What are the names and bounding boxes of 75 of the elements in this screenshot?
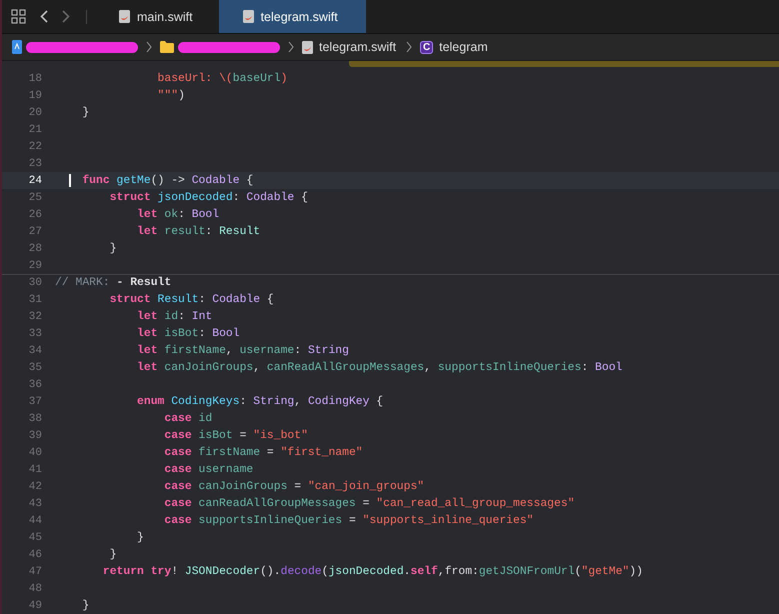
line-number: 18 xyxy=(28,72,42,84)
code-line: func getMe() -> Codable { xyxy=(82,174,254,186)
line-number: 49 xyxy=(28,600,42,612)
code-line: let result: Result xyxy=(137,226,260,238)
line-number: 36 xyxy=(28,378,42,390)
line-number: 24 xyxy=(28,174,42,186)
line-number: 19 xyxy=(28,90,42,102)
code-line: case isBot = "is_bot" xyxy=(164,430,308,442)
code-line: baseUrl: \(baseUrl) xyxy=(158,72,288,84)
line-number: 32 xyxy=(28,310,42,322)
line-number: 28 xyxy=(28,242,42,254)
line-number: 33 xyxy=(28,328,42,340)
folder-icon[interactable] xyxy=(160,41,174,53)
text-cursor xyxy=(69,174,70,187)
line-number: 39 xyxy=(28,430,42,442)
project-icon[interactable] xyxy=(12,40,22,54)
line-number: 43 xyxy=(28,498,42,510)
line-number: 48 xyxy=(28,582,42,594)
line-number: 40 xyxy=(28,446,42,458)
code-line: struct Result: Codable { xyxy=(110,294,274,306)
line-number: 27 xyxy=(28,226,42,238)
line-number: 31 xyxy=(28,294,42,306)
line-number: 42 xyxy=(28,480,42,492)
line-number: 46 xyxy=(28,548,42,560)
code-line: enum CodingKeys: String, CodingKey { xyxy=(137,396,384,408)
line-number: 34 xyxy=(28,344,42,356)
line-number: 47 xyxy=(28,566,42,578)
code-line: let firstName, username: String xyxy=(137,344,349,356)
code-line: case canReadAllGroupMessages = "can_read_all_group_messages" xyxy=(164,498,575,510)
line-number: 37 xyxy=(28,396,42,408)
code-line: } xyxy=(110,242,117,254)
line-number: 45 xyxy=(28,532,42,544)
code-line: case canJoinGroups = "can_join_groups" xyxy=(164,480,424,492)
line-number: 23 xyxy=(28,158,42,170)
code-line: let canJoinGroups, canReadAllGroupMessages, supportsInlineQueries: Bool xyxy=(137,362,622,374)
file-tab[interactable]: telegram.swift xyxy=(218,0,366,33)
swift-file-icon xyxy=(119,10,130,23)
code-line: } xyxy=(82,106,90,118)
code-line: case supportsInlineQueries = "supports_inline_queries" xyxy=(164,514,534,526)
code-line: struct jsonDecoded: Codable { xyxy=(110,192,308,204)
back-chevron-icon[interactable] xyxy=(40,10,48,23)
line-number: 38 xyxy=(28,412,42,424)
code-line: return try! JSONDecoder().decode(jsonDecoded.self,from:getJSONFromUrl("getMe")) xyxy=(102,566,643,578)
code-line: let id: Int xyxy=(137,310,212,322)
class-symbol-badge: C xyxy=(420,40,434,54)
line-number: 20 xyxy=(28,106,42,118)
breadcrumb-file[interactable]: telegram.swift xyxy=(319,40,396,54)
code-line: } xyxy=(82,600,90,612)
line-number: 22 xyxy=(28,140,42,152)
code-line: } xyxy=(137,532,144,544)
code-line: case firstName = "first_name" xyxy=(164,446,363,458)
line-number: 30 xyxy=(28,277,42,289)
code-line: let isBot: Bool xyxy=(137,328,240,340)
chevron-icon xyxy=(146,41,152,53)
file-tab[interactable]: main.swift xyxy=(99,0,219,33)
breadcrumb-symbol[interactable]: telegram xyxy=(439,40,488,54)
code-line: } xyxy=(110,548,117,560)
line-number: 26 xyxy=(28,208,42,220)
code-line: case id xyxy=(164,412,212,424)
code-line: case username xyxy=(164,464,254,476)
line-number: 25 xyxy=(28,192,42,204)
line-number: 44 xyxy=(28,514,42,526)
line-number: 35 xyxy=(28,362,42,374)
line-number: 29 xyxy=(28,260,42,272)
code-line: """) xyxy=(158,90,185,102)
code-line: let ok: Bool xyxy=(137,208,220,220)
line-number: 41 xyxy=(28,464,42,476)
swift-file-icon xyxy=(242,10,254,23)
swift-file-icon[interactable] xyxy=(302,40,313,54)
code-line: // MARK: - Result xyxy=(55,277,172,289)
chevron-icon xyxy=(288,41,294,53)
forward-chevron-icon[interactable] xyxy=(62,10,70,23)
chevron-icon xyxy=(406,41,412,53)
line-number: 21 xyxy=(28,124,42,136)
grid-icon[interactable] xyxy=(11,9,26,24)
